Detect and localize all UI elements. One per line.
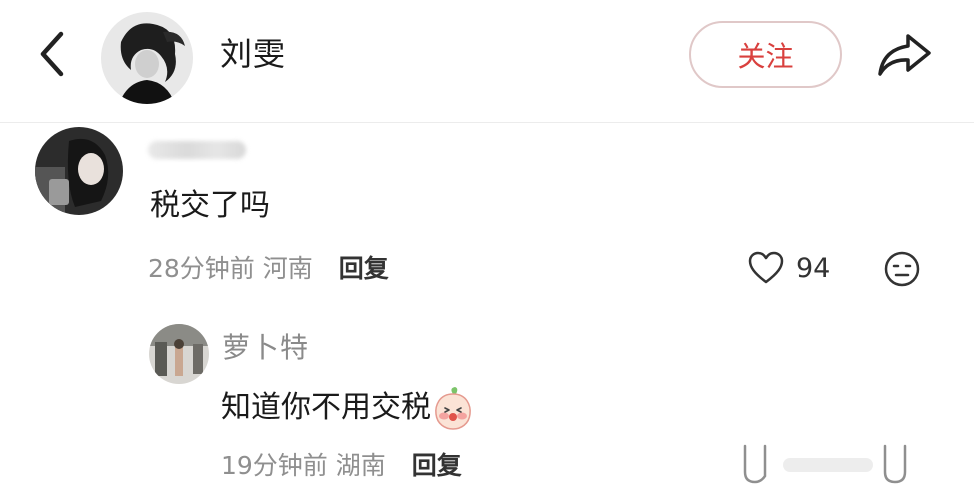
commenter-username-blurred — [148, 141, 246, 159]
emoji-reaction-button[interactable] — [883, 250, 921, 288]
replier-username[interactable]: 萝卜特 — [222, 330, 309, 366]
header-divider — [0, 122, 974, 123]
commenter-avatar[interactable] — [35, 127, 123, 215]
reply-time: 19分钟前 — [221, 451, 328, 480]
reply-meta: 19分钟前 湖南 回复 — [221, 450, 462, 482]
comment-screen: 刘雯 关注 税交了吗 28分钟前 河南 回复 94 萝卜特 知道你不用交税 19… — [0, 0, 974, 490]
like-button[interactable]: 94 — [748, 251, 830, 285]
header-avatar[interactable] — [101, 12, 193, 104]
share-button[interactable] — [872, 26, 936, 82]
emoji-face-icon — [884, 251, 920, 287]
comment-time: 28分钟前 — [148, 254, 255, 283]
comment-meta: 28分钟前 河南 回复 — [148, 253, 389, 285]
follow-button[interactable]: 关注 — [689, 21, 842, 88]
cropped-action-icons — [739, 442, 919, 490]
like-count: 94 — [796, 252, 831, 284]
reply-reply-button[interactable]: 回复 — [412, 451, 462, 480]
reply-text: 知道你不用交税 — [221, 390, 431, 425]
comment-reply-button[interactable]: 回复 — [339, 254, 389, 283]
top-bar: 刘雯 关注 — [0, 0, 974, 122]
header-username: 刘雯 — [220, 35, 287, 73]
back-button[interactable] — [28, 26, 76, 82]
replier-avatar[interactable] — [149, 324, 209, 384]
peach-blush-sticker-icon — [433, 386, 473, 430]
chevron-left-icon — [40, 31, 64, 77]
reply-text-row: 知道你不用交税 — [221, 386, 473, 430]
comment-location: 河南 — [262, 254, 313, 283]
reply-location: 湖南 — [335, 451, 386, 480]
heart-outline-icon — [748, 251, 784, 284]
share-arrow-icon — [878, 34, 931, 76]
comment-text: 税交了吗 — [150, 188, 270, 223]
